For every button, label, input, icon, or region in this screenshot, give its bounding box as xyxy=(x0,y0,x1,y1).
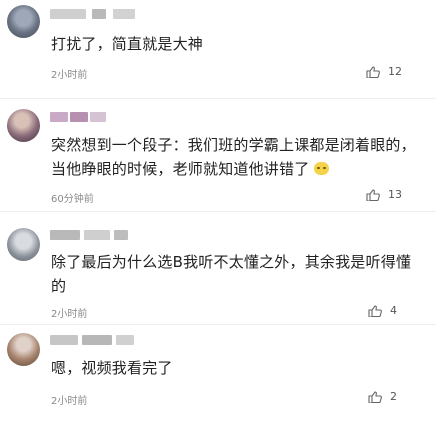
laugh-emoji-icon xyxy=(314,162,330,175)
like-button[interactable]: 12 xyxy=(366,65,402,78)
thumbs-up-icon xyxy=(368,304,382,317)
like-count: 2 xyxy=(390,390,397,403)
comment-time: 60分钟前 xyxy=(51,194,94,205)
like-count: 12 xyxy=(388,65,402,78)
like-button[interactable]: 2 xyxy=(368,390,402,403)
avatar[interactable] xyxy=(7,5,40,38)
username-blurred[interactable] xyxy=(50,335,160,347)
avatar[interactable] xyxy=(7,109,40,142)
like-count: 13 xyxy=(388,188,402,201)
thumbs-up-icon xyxy=(368,390,382,403)
username-blurred[interactable] xyxy=(50,112,160,124)
like-count: 4 xyxy=(390,304,397,317)
thumbs-up-icon xyxy=(366,188,380,201)
username-blurred[interactable] xyxy=(50,9,160,21)
avatar[interactable] xyxy=(7,228,40,261)
comment-text-body: 突然想到一个段子：我们班的学霸上课都是闭着眼的，当他睁眼的时候，老师就知道他讲错… xyxy=(51,136,416,178)
comment-time: 2小时前 xyxy=(51,70,88,81)
comment-item: 打扰了，简直就是大神 2小时前 12 xyxy=(0,0,436,99)
comment-item: 除了最后为什么选B我听不太懂之外，其余我是听得懂的 2小时前 4 xyxy=(0,212,436,325)
comment-text: 打扰了，简直就是大神 xyxy=(51,35,204,53)
thumbs-up-icon xyxy=(366,65,380,78)
comment-item: 突然想到一个段子：我们班的学霸上课都是闭着眼的，当他睁眼的时候，老师就知道他讲错… xyxy=(0,99,436,212)
comment-text: 突然想到一个段子：我们班的学霸上课都是闭着眼的，当他睁眼的时候，老师就知道他讲错… xyxy=(51,133,426,181)
username-blurred[interactable] xyxy=(50,230,160,242)
comment-list: 打扰了，简直就是大神 2小时前 12 突然想到一个段子：我们班的学霸上课都是闭着… xyxy=(0,0,436,424)
comment-time: 2小时前 xyxy=(51,396,88,407)
avatar[interactable] xyxy=(7,333,40,366)
like-button[interactable]: 4 xyxy=(368,304,402,317)
comment-text: 除了最后为什么选B我听不太懂之外，其余我是听得懂的 xyxy=(51,253,412,295)
comment-time: 2小时前 xyxy=(51,309,88,320)
comment-text: 嗯，视频我看完了 xyxy=(51,359,173,377)
comment-item: 嗯，视频我看完了 2小时前 2 xyxy=(0,325,436,424)
like-button[interactable]: 13 xyxy=(366,188,402,201)
